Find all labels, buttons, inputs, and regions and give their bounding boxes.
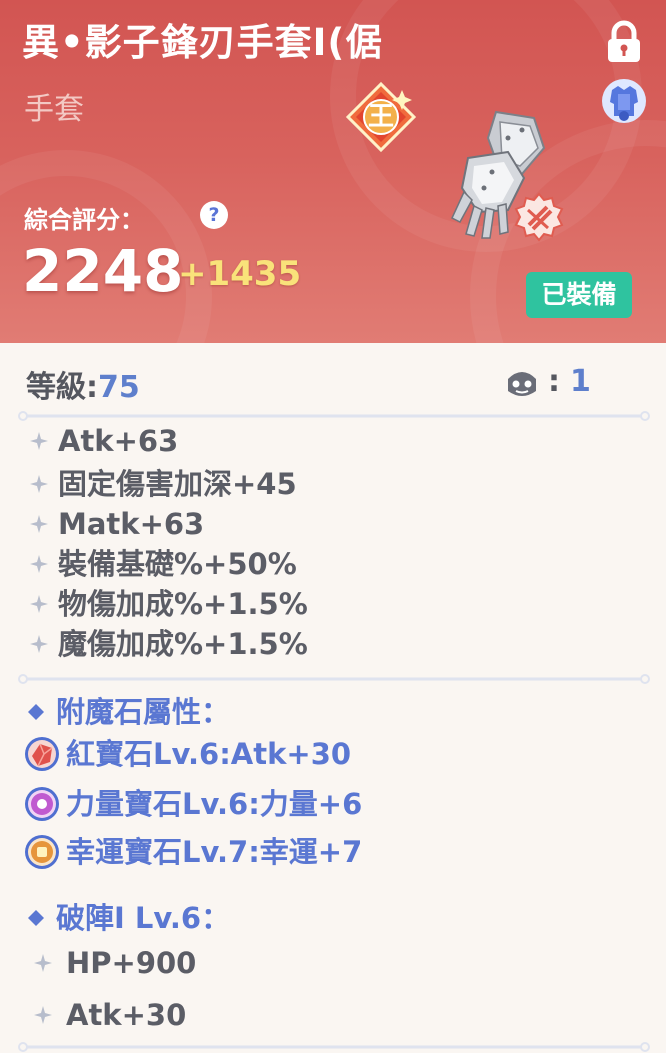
help-icon[interactable]: ? bbox=[200, 201, 228, 229]
level-label: 等級: bbox=[26, 370, 98, 405]
stat-item: Matk+63 bbox=[30, 505, 630, 543]
gem-row: 力量寶石Lv.6:力量+6 bbox=[24, 784, 624, 824]
divider bbox=[18, 1042, 650, 1052]
crown-glyph: 王 bbox=[367, 102, 394, 132]
stat-text: HP+900 bbox=[66, 946, 197, 980]
gem-row: 紅寶石Lv.6:Atk+30 bbox=[24, 734, 624, 774]
stat-item: 魔傷加成%+1.5% bbox=[30, 625, 630, 663]
equipped-badge: 已裝備 bbox=[526, 272, 632, 318]
level-row: 等級:75 bbox=[26, 362, 140, 406]
stat-text: Atk+63 bbox=[58, 426, 179, 458]
red-gem-icon bbox=[25, 737, 59, 771]
stat-text: Atk+30 bbox=[66, 998, 187, 1032]
stat-item: Atk+30 bbox=[34, 996, 634, 1034]
divider bbox=[18, 674, 650, 684]
sparkle-icon bbox=[30, 475, 48, 493]
lock-icon[interactable] bbox=[604, 20, 644, 64]
stat-text: 魔傷加成%+1.5% bbox=[58, 627, 308, 661]
score-value: 2248 bbox=[22, 237, 184, 305]
diamond-icon bbox=[28, 910, 44, 926]
score-label: 綜合評分： bbox=[24, 206, 144, 234]
slot-count: 1 bbox=[570, 364, 591, 399]
stat-text: 裝備基礎%+50% bbox=[58, 547, 297, 581]
diamond-icon bbox=[28, 704, 44, 720]
stat-item: Atk+63 bbox=[30, 426, 630, 460]
gem-row: 幸運寶石Lv.7:幸運+7 bbox=[24, 832, 624, 872]
sparkle-icon bbox=[30, 432, 48, 450]
enchant-section-title: 附魔石屬性： bbox=[56, 695, 231, 729]
sparkle-icon bbox=[34, 954, 52, 972]
sparkle-icon bbox=[30, 515, 48, 533]
armor-icon[interactable] bbox=[600, 76, 648, 126]
gem-text: 力量寶石Lv.6:力量+6 bbox=[66, 787, 363, 821]
item-category: 手套 bbox=[24, 92, 84, 127]
divider bbox=[18, 411, 650, 421]
stat-list: Atk+63 固定傷害加深+45 Matk+63 裝備基礎%+50% 物傷加成%… bbox=[30, 426, 630, 664]
card-slot-icon bbox=[508, 372, 536, 396]
sparkle-icon bbox=[34, 1006, 52, 1024]
score-bonus: +1435 bbox=[178, 254, 302, 294]
slot-colon: : bbox=[548, 364, 560, 399]
stat-text: Matk+63 bbox=[58, 507, 205, 541]
stat-item: 固定傷害加深+45 bbox=[30, 465, 630, 503]
gem-text: 幸運寶石Lv.7:幸運+7 bbox=[66, 835, 363, 869]
level-value: 75 bbox=[98, 370, 140, 405]
break-badge-icon bbox=[514, 192, 564, 242]
item-header: 異•影子鋒刃手套Ⅰ(倨 手套 王 綜合評分： ? 2248 +1435 已裝備 bbox=[0, 0, 666, 343]
stat-item: 物傷加成%+1.5% bbox=[30, 585, 630, 623]
luck-gem-icon bbox=[25, 835, 59, 869]
gem-text: 紅寶石Lv.6:Atk+30 bbox=[66, 737, 352, 771]
stat-text: 固定傷害加深+45 bbox=[58, 467, 297, 501]
stat-item: 裝備基礎%+50% bbox=[30, 545, 630, 583]
item-title: 異•影子鋒刃手套Ⅰ(倨 bbox=[22, 21, 384, 64]
strength-gem-icon bbox=[25, 787, 59, 821]
stat-text: 物傷加成%+1.5% bbox=[58, 587, 308, 621]
sparkle-icon bbox=[30, 555, 48, 573]
stat-item: HP+900 bbox=[34, 944, 634, 982]
breaker-section-title: 破陣Ⅰ Lv.6： bbox=[56, 901, 231, 935]
sparkle-icon bbox=[30, 595, 48, 613]
sparkle-icon bbox=[30, 635, 48, 653]
